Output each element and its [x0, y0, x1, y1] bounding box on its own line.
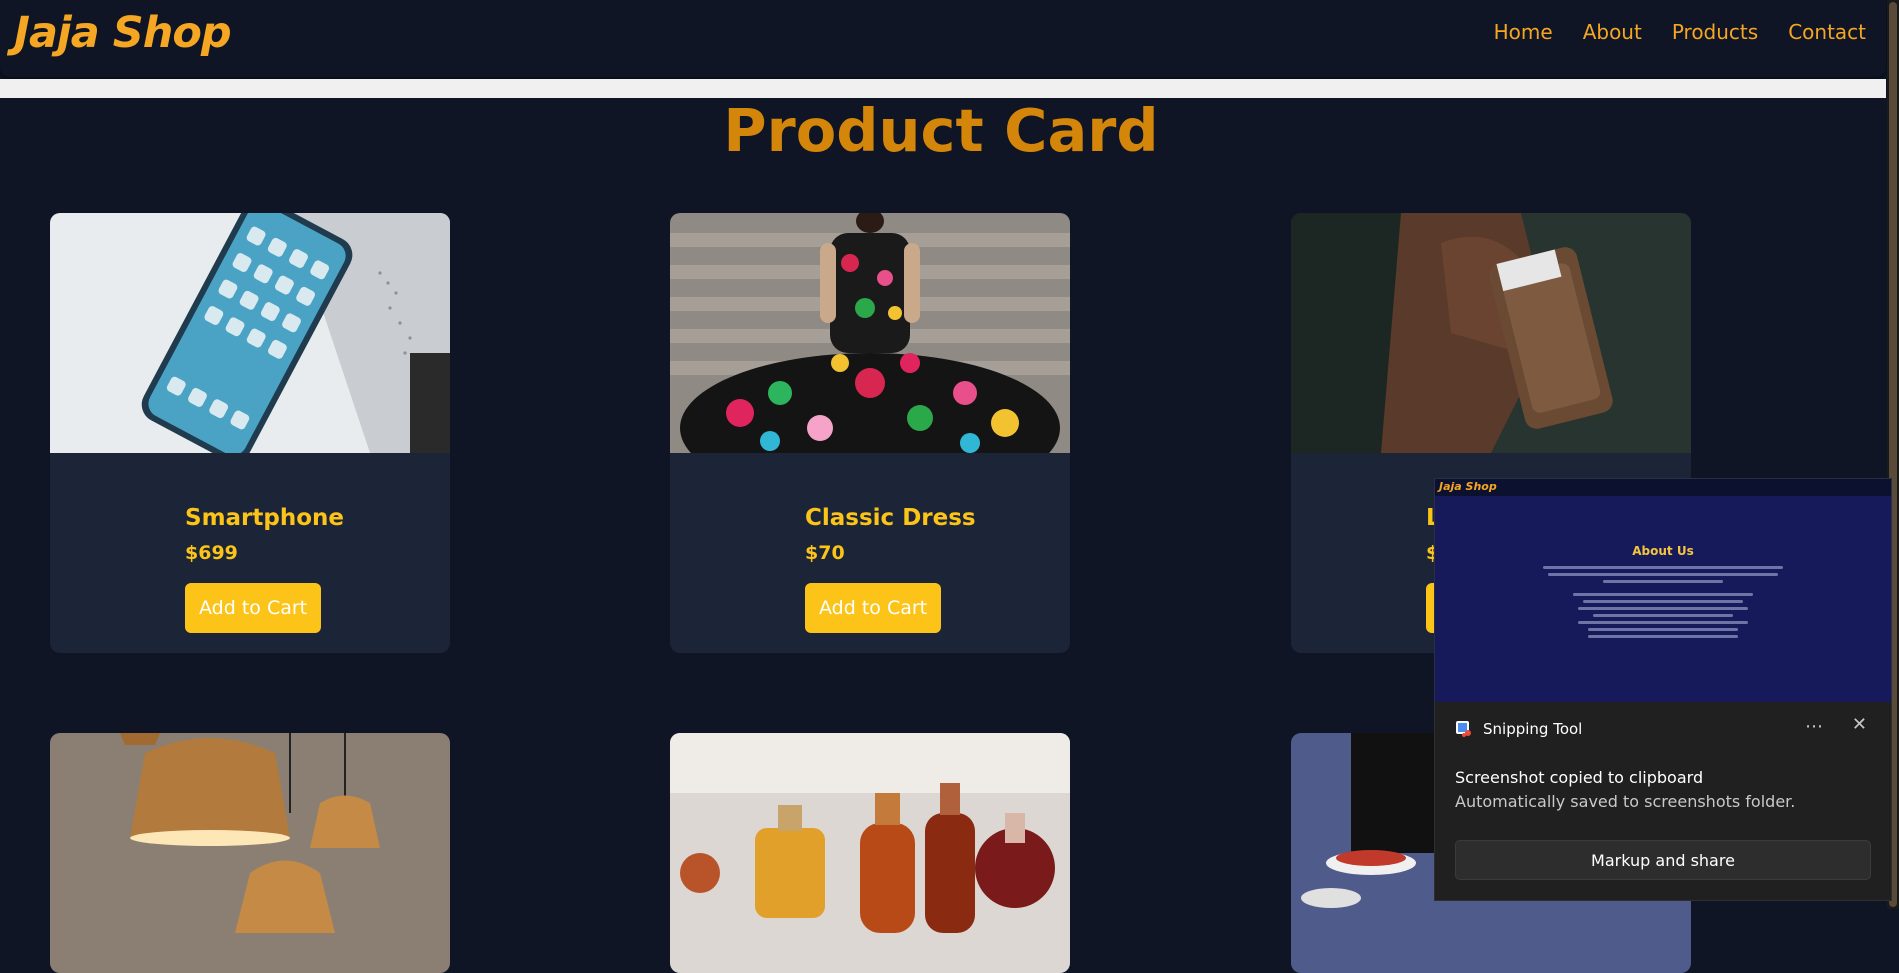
add-to-cart-button[interactable]: Add to Cart	[185, 583, 322, 633]
toast-app-name: Snipping Tool	[1483, 720, 1583, 738]
perfume-bottles-image	[670, 733, 1070, 973]
preview-header: Jaja Shop	[1435, 479, 1891, 496]
page-title: Product Card	[723, 96, 1159, 165]
snipping-tool-icon	[1455, 720, 1473, 738]
wallet-image	[1291, 213, 1691, 453]
product-card-classic-dress: Classic Dress $70 Add to Cart	[670, 213, 1070, 653]
smartphone-image	[50, 213, 450, 453]
pendant-lamps-image	[50, 733, 450, 973]
snipping-tool-notification[interactable]: Snipping Tool ⋯ ✕ Screenshot copied to c…	[1434, 702, 1892, 901]
product-price: $70	[805, 542, 845, 564]
dress-image	[670, 213, 1070, 453]
card-body: Classic Dress $70 Add to Cart	[670, 453, 1070, 653]
nav-link-contact[interactable]: Contact	[1788, 20, 1866, 44]
product-price: $699	[185, 542, 238, 564]
toast-app-header: Snipping Tool	[1455, 720, 1582, 738]
product-name: Smartphone	[185, 505, 345, 531]
toast-title: Screenshot copied to clipboard	[1455, 768, 1704, 787]
preview-text-lines	[1543, 566, 1783, 638]
navbar: Jaja Shop Home About Products Contact	[0, 0, 1886, 77]
nav-link-home[interactable]: Home	[1494, 20, 1553, 44]
close-icon[interactable]: ✕	[1852, 714, 1867, 735]
preview-brand: Jaja Shop	[1439, 480, 1497, 493]
product-name: Classic Dress	[805, 505, 976, 531]
markup-and-share-button[interactable]: Markup and share	[1455, 840, 1871, 880]
nav-links: Home About Products Contact	[1494, 20, 1866, 44]
brand-logo[interactable]: Jaja Shop	[14, 8, 232, 58]
add-to-cart-button[interactable]: Add to Cart	[805, 583, 942, 633]
card-body: Smartphone $699 Add to Cart	[50, 453, 450, 653]
product-card-lamps	[50, 733, 450, 973]
nav-link-products[interactable]: Products	[1672, 20, 1758, 44]
more-options-icon[interactable]: ⋯	[1805, 716, 1823, 737]
nav-link-about[interactable]: About	[1583, 20, 1642, 44]
screenshot-preview-thumbnail[interactable]: Jaja Shop About Us	[1434, 478, 1892, 704]
product-card-smartphone: Smartphone $699 Add to Cart	[50, 213, 450, 653]
toast-subtitle: Automatically saved to screenshots folde…	[1455, 792, 1796, 811]
preview-title: About Us	[1632, 544, 1694, 558]
product-card-perfume	[670, 733, 1070, 973]
